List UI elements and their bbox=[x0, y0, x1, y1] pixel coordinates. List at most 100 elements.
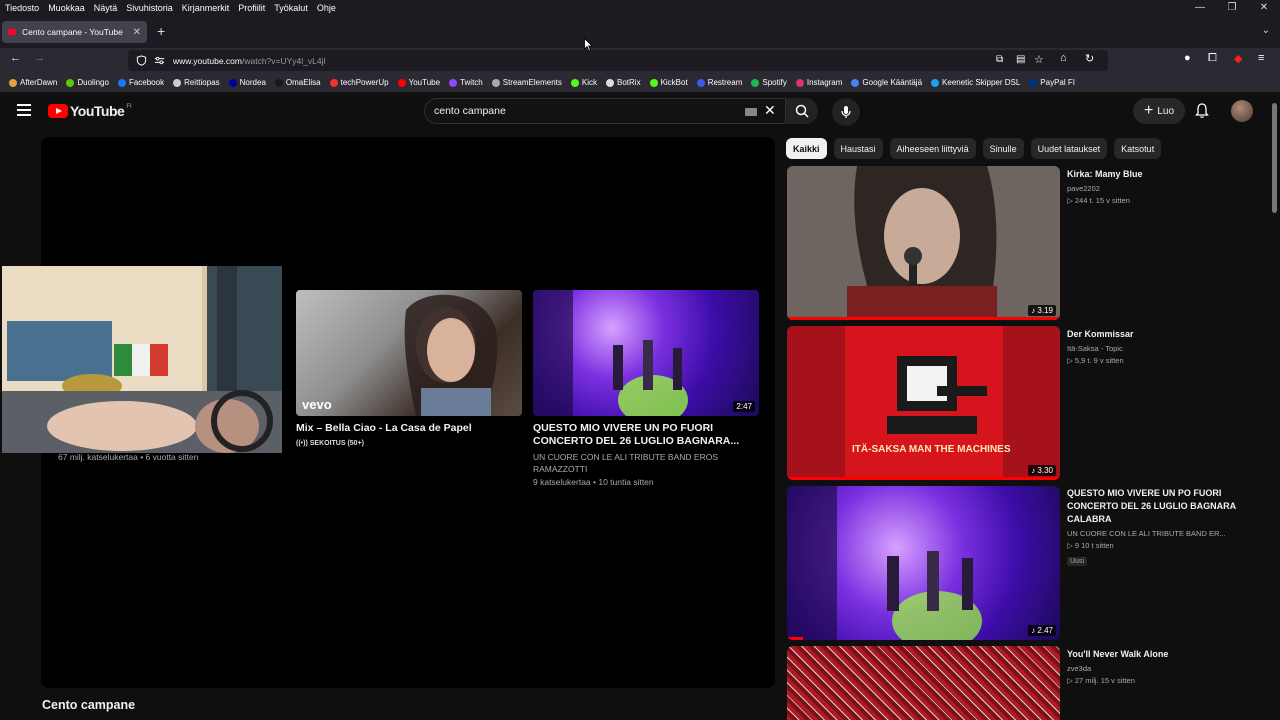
endscreen-title[interactable]: Mix – Bella Ciao - La Casa de Papel bbox=[296, 422, 522, 435]
back-icon[interactable]: ← bbox=[10, 52, 21, 64]
recommendation-item[interactable]: You'll Never Walk Alone zve3da ▷ 27 milj… bbox=[787, 646, 1257, 720]
endscreen-card-concert[interactable]: 2:47 QUESTO MIO VIVERE UN PO FUORI CONCE… bbox=[533, 290, 759, 488]
bookmark-item[interactable]: PayPal FI bbox=[1029, 78, 1075, 87]
video-title: Cento campane bbox=[42, 698, 136, 712]
recommendation-channel[interactable]: Itä-Saksa - Topic bbox=[1067, 344, 1247, 353]
new-tab-icon[interactable]: + bbox=[157, 23, 165, 39]
bookmark-item[interactable]: Restream bbox=[696, 78, 743, 87]
menu-profiles[interactable]: Profiilit bbox=[238, 3, 265, 13]
close-tab-icon[interactable]: ✕ bbox=[133, 27, 141, 38]
recommendation-channel[interactable]: pave2202 bbox=[1067, 184, 1247, 193]
account-icon[interactable]: ● bbox=[1184, 52, 1191, 64]
recommendation-item[interactable]: ♪ 2.47 QUESTO MIO VIVERE UN PO FUORI CON… bbox=[787, 486, 1257, 642]
create-button[interactable]: + Luo bbox=[1133, 98, 1185, 124]
recommendation-thumbnail[interactable]: ITÄ-SAKSA MAN THE MACHINES ♪ 3.30 bbox=[787, 326, 1060, 480]
page-scrollbar[interactable] bbox=[1270, 93, 1280, 720]
recommendation-thumbnail[interactable] bbox=[787, 646, 1060, 720]
voice-search-button[interactable] bbox=[832, 98, 860, 126]
bookmark-item[interactable]: BotRix bbox=[606, 78, 641, 87]
restore-icon[interactable]: ❐ bbox=[1216, 0, 1248, 16]
reader-view-icon[interactable]: ▤ bbox=[1016, 54, 1025, 65]
recommendation-title[interactable]: Der Kommissar bbox=[1067, 328, 1247, 341]
recommendation-item[interactable]: ITÄ-SAKSA MAN THE MACHINES ♪ 3.30 Der Ko… bbox=[787, 326, 1257, 482]
chip-related[interactable]: Aiheeseen liittyviä bbox=[889, 138, 976, 159]
chip-from-search[interactable]: Haustasi bbox=[833, 138, 883, 159]
concert-thumbnail-image bbox=[533, 290, 688, 416]
bookmark-star-icon[interactable]: ☆ bbox=[1034, 53, 1044, 66]
bookmark-item[interactable]: OmaElisa bbox=[274, 78, 321, 87]
bookmark-item[interactable]: techPowerUp bbox=[329, 78, 389, 87]
bookmark-label: Facebook bbox=[128, 78, 165, 87]
site-permissions-icon[interactable] bbox=[154, 55, 165, 66]
menu-bookmarks[interactable]: Kirjanmerkit bbox=[182, 3, 230, 13]
menu-help[interactable]: Ohje bbox=[317, 3, 336, 13]
bookmark-item[interactable]: Google Kääntäjä bbox=[851, 78, 922, 87]
menu-history[interactable]: Sivuhistoria bbox=[126, 3, 173, 13]
bookmark-item[interactable]: AfterDawn bbox=[9, 78, 57, 87]
recommendation-title[interactable]: Kirka: Mamy Blue bbox=[1067, 168, 1247, 181]
scrollbar-thumb[interactable] bbox=[1272, 103, 1277, 213]
ublock-icon[interactable]: ◆ bbox=[1234, 52, 1242, 65]
guide-menu-icon[interactable] bbox=[17, 104, 31, 119]
app-menu-icon[interactable]: ≡ bbox=[1258, 52, 1264, 64]
recommendation-thumbnail[interactable]: ♪ 3.19 bbox=[787, 166, 1060, 320]
bookmark-item[interactable]: Spotify bbox=[751, 78, 787, 87]
menu-view[interactable]: Näytä bbox=[94, 3, 118, 13]
webcam-overlay bbox=[2, 266, 282, 453]
avatar[interactable] bbox=[1231, 100, 1253, 122]
reload-icon[interactable]: ↻ bbox=[1085, 52, 1094, 65]
bookmark-item[interactable]: StreamElements bbox=[491, 78, 562, 87]
bookmark-favicon-icon bbox=[449, 78, 458, 87]
chip-recently-uploaded[interactable]: Uudet lataukset bbox=[1030, 138, 1108, 159]
bookmark-item[interactable]: Nordea bbox=[228, 78, 266, 87]
extensions-icon[interactable]: ⧠ bbox=[1208, 52, 1217, 65]
bookmark-item[interactable]: Reittiopas bbox=[173, 78, 220, 87]
bookmark-item[interactable]: Instagram bbox=[795, 78, 842, 87]
home-icon[interactable]: ⌂ bbox=[1060, 52, 1067, 64]
search-button[interactable] bbox=[786, 98, 818, 124]
tab-youtube[interactable]: Cento campane - YouTube ✕ bbox=[2, 21, 147, 43]
endscreen-thumbnail[interactable]: vevo bbox=[296, 290, 522, 416]
notifications-bell-icon[interactable] bbox=[1195, 103, 1209, 119]
youtube-logo[interactable]: YouTube FI bbox=[48, 103, 132, 119]
chip-for-you[interactable]: Sinulle bbox=[982, 138, 1024, 159]
bookmark-item[interactable]: Twitch bbox=[449, 78, 483, 87]
forward-icon[interactable]: → bbox=[34, 52, 45, 64]
search-input[interactable] bbox=[434, 105, 714, 117]
menu-tools[interactable]: Työkalut bbox=[274, 3, 308, 13]
recommendation-title[interactable]: QUESTO MIO VIVERE UN PO FUORI CONCERTO D… bbox=[1067, 487, 1247, 526]
shield-icon[interactable] bbox=[136, 55, 147, 66]
recommendation-title[interactable]: You'll Never Walk Alone bbox=[1067, 648, 1247, 661]
screenshot-icon[interactable]: ⧉ bbox=[996, 54, 1003, 65]
endscreen-card-mix[interactable]: vevo Mix – Bella Ciao - La Casa de Papel… bbox=[296, 290, 522, 450]
recommendation-thumbnail[interactable]: ♪ 2.47 bbox=[787, 486, 1060, 640]
tab-bar: Cento campane - YouTube ✕ + ⌄ bbox=[0, 16, 1280, 48]
recommendation-channel[interactable]: zve3da bbox=[1067, 664, 1247, 673]
list-tabs-icon[interactable]: ⌄ bbox=[1262, 25, 1270, 36]
close-window-icon[interactable]: ✕ bbox=[1248, 0, 1280, 16]
menu-file[interactable]: Tiedosto bbox=[5, 3, 39, 13]
bookmark-item[interactable]: Duolingo bbox=[66, 78, 109, 87]
bookmark-item[interactable]: YouTube bbox=[397, 78, 440, 87]
minimize-icon[interactable]: — bbox=[1184, 0, 1216, 16]
duration-badge: ♪ 3.30 bbox=[1028, 465, 1056, 476]
chip-watched[interactable]: Katsotut bbox=[1114, 138, 1162, 159]
recommendation-item[interactable]: ♪ 3.19 Kirka: Mamy Blue pave2202 ▷ 244 t… bbox=[787, 166, 1257, 322]
bookmark-favicon-icon bbox=[851, 78, 860, 87]
keyboard-icon[interactable] bbox=[745, 108, 757, 116]
endscreen-title[interactable]: QUESTO MIO VIVERE UN PO FUORI CONCERTO D… bbox=[533, 422, 759, 448]
clear-search-icon[interactable]: ✕ bbox=[764, 102, 776, 119]
address-bar[interactable]: www.youtube.com/watch?v=UYy4l_vL4jI ⧉ ▤ … bbox=[128, 50, 1108, 71]
recommendation-channel[interactable]: UN CUORE CON LE ALI TRIBUTE BAND ER... bbox=[1067, 529, 1247, 538]
bookmark-label: KickBot bbox=[660, 78, 688, 87]
bookmark-item[interactable]: Keenetic Skipper DSL bbox=[931, 78, 1020, 87]
menu-edit[interactable]: Muokkaa bbox=[48, 3, 85, 13]
bookmark-favicon-icon bbox=[649, 78, 658, 87]
endscreen-thumbnail[interactable]: 2:47 bbox=[533, 290, 759, 416]
bookmark-item[interactable]: KickBot bbox=[649, 78, 688, 87]
bookmark-label: Restream bbox=[707, 78, 743, 87]
chip-all[interactable]: Kaikki bbox=[786, 138, 827, 159]
bookmark-item[interactable]: Kick bbox=[570, 78, 597, 87]
bookmark-item[interactable]: Facebook bbox=[117, 78, 165, 87]
youtube-header: YouTube FI ✕ +Luo bbox=[0, 93, 1270, 129]
